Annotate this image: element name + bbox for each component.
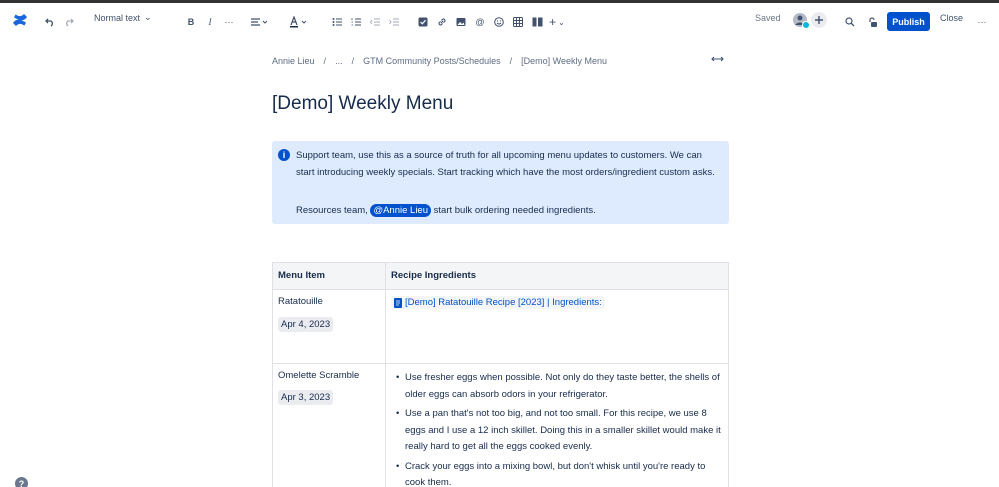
save-status: Saved (755, 13, 781, 23)
italic-icon[interactable]: I (202, 12, 218, 32)
close-button[interactable]: Close (940, 13, 963, 23)
restrictions-lock-icon[interactable] (864, 12, 880, 32)
more-formatting-icon[interactable]: ··· (221, 12, 237, 32)
info-panel[interactable]: i Support team, use this as a source of … (272, 141, 729, 224)
table-row: Omelette Scramble Apr 3, 2023 Use freshe… (272, 363, 729, 487)
table-row: Ratatouille Apr 4, 2023 [Demo] Ratatouil… (272, 289, 729, 364)
plus-icon: + (549, 15, 557, 29)
menu-table: Menu Item Recipe Ingredients Ratatouille… (272, 262, 729, 487)
info-icon: i (278, 149, 290, 161)
page-title[interactable]: [Demo] Weekly Menu (272, 93, 453, 115)
info-panel-line2-prefix: Resources team, (296, 205, 368, 216)
search-icon[interactable] (842, 12, 858, 32)
outdent-icon[interactable] (367, 12, 383, 32)
page-link-chip[interactable]: [Demo] Ratatouille Recipe [2023] | Ingre… (391, 296, 605, 309)
link-icon[interactable] (434, 12, 450, 32)
page-link-label: [Demo] Ratatouille Recipe [2023] | Ingre… (405, 297, 602, 308)
help-icon[interactable]: ? (15, 477, 28, 487)
publish-button[interactable]: Publish (887, 12, 930, 31)
redo-icon[interactable] (61, 12, 77, 32)
table-cell[interactable]: Use fresher eggs when possible. Not only… (385, 363, 729, 487)
breadcrumb-item-current[interactable]: [Demo] Weekly Menu (521, 56, 607, 66)
list-item: Crack your eggs into a mixing bowl, but … (391, 459, 723, 487)
table-header-row: Menu Item Recipe Ingredients (272, 262, 729, 290)
chevron-down-icon: ⌄ (144, 12, 152, 22)
table-header-menu-item[interactable]: Menu Item (272, 262, 386, 290)
list-item: Use a pan that's not too big, and not to… (391, 406, 723, 456)
page-icon (394, 297, 402, 308)
mention-icon[interactable]: @ (472, 12, 488, 32)
task-checkbox-icon[interactable] (415, 12, 431, 32)
insert-more-button[interactable]: + ⌄ (549, 12, 565, 32)
menu-item-name: Ratatouille (278, 296, 323, 307)
info-panel-text: Support team, use this as a source of tr… (296, 150, 715, 178)
undo-icon[interactable] (42, 12, 58, 32)
bullet-list-icon[interactable] (329, 12, 345, 32)
indent-icon[interactable] (386, 12, 402, 32)
date-lozenge[interactable]: Apr 4, 2023 (278, 317, 334, 332)
more-actions-icon[interactable]: ··· (974, 12, 990, 32)
breadcrumb-item-space[interactable]: Annie Lieu (272, 56, 315, 66)
table-cell[interactable]: Omelette Scramble Apr 3, 2023 (272, 363, 386, 487)
alignment-icon[interactable] (250, 12, 268, 32)
text-style-dropdown[interactable]: Normal text ⌄ (94, 12, 152, 23)
full-width-toggle-icon[interactable] (711, 55, 724, 63)
breadcrumb: Annie Lieu / ... / GTM Community Posts/S… (272, 56, 607, 66)
list-item: Use fresher eggs when possible. Not only… (391, 370, 723, 403)
table-cell[interactable]: Ratatouille Apr 4, 2023 (272, 289, 386, 364)
breadcrumb-separator: / (351, 56, 355, 66)
table-cell[interactable]: [Demo] Ratatouille Recipe [2023] | Ingre… (385, 289, 729, 364)
text-color-icon[interactable] (289, 12, 309, 32)
breadcrumb-item-collapsed[interactable]: ... (335, 56, 343, 66)
breadcrumb-separator: / (509, 56, 513, 66)
bold-icon[interactable]: B (183, 12, 199, 32)
menu-item-name: Omelette Scramble (278, 370, 360, 381)
emoji-icon[interactable] (491, 12, 507, 32)
info-panel-resources-line: Resources team, @Annie Lieu start bulk o… (296, 204, 596, 218)
table-icon[interactable] (510, 12, 526, 32)
confluence-logo-icon[interactable] (12, 12, 28, 28)
numbered-list-icon[interactable] (348, 12, 364, 32)
chevron-down-icon: ⌄ (558, 17, 565, 27)
table-header-recipe-ingredients[interactable]: Recipe Ingredients (385, 262, 729, 290)
layouts-icon[interactable] (529, 12, 545, 32)
date-lozenge[interactable]: Apr 3, 2023 (278, 390, 334, 405)
ingredient-tips-list: Use fresher eggs when possible. Not only… (391, 370, 723, 487)
breadcrumb-separator: / (323, 56, 327, 66)
text-style-label: Normal text (94, 12, 141, 23)
collaborators-avatar[interactable] (791, 10, 827, 32)
user-mention[interactable]: @Annie Lieu (370, 204, 431, 217)
image-icon[interactable] (453, 12, 469, 32)
editor-toolbar: Normal text ⌄ B I ··· @ + ⌄ Saved Publis… (0, 0, 999, 40)
info-panel-line2-suffix: start bulk ordering needed ingredients. (433, 205, 596, 216)
breadcrumb-item-parent[interactable]: GTM Community Posts/Schedules (363, 56, 501, 66)
